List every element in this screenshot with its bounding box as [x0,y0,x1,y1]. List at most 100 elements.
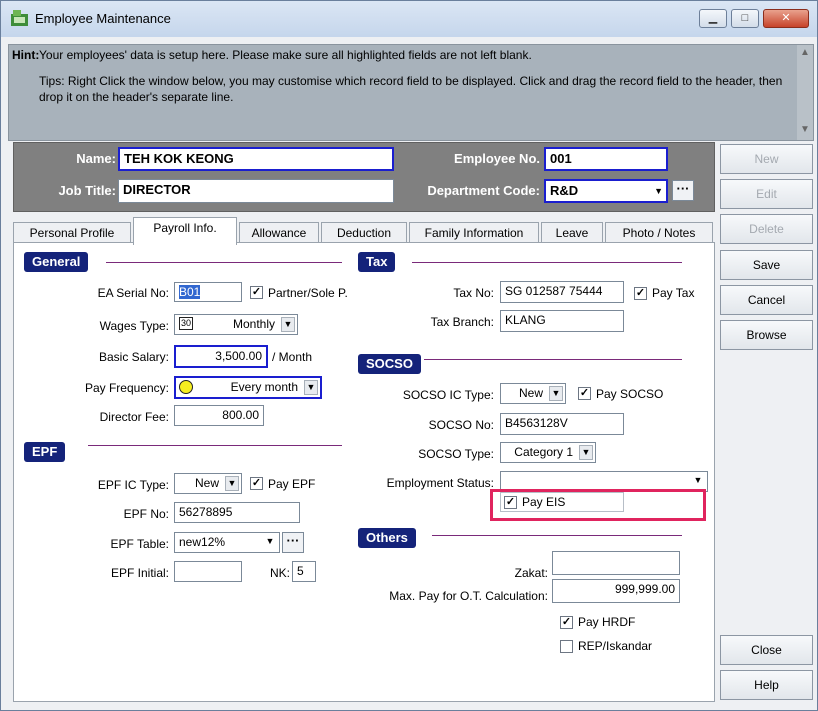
tab-payroll-info[interactable]: Payroll Info. [133,217,237,245]
title-bar: Employee Maintenance ▁ □ ✕ [1,1,817,37]
employee-no-label: Employee No. [454,151,540,166]
salary-unit: / Month [272,350,313,364]
close-window-button[interactable]: ✕ [763,9,809,28]
epf-table-combo[interactable]: new12% ▼ [174,532,280,553]
save-button[interactable]: Save [720,250,813,280]
pay-frequency-value: Every month [230,380,298,394]
minimize-button[interactable]: ▁ [699,9,727,28]
section-tax: Tax [358,252,396,272]
name-field[interactable]: TEH KOK KEONG [118,147,394,171]
wages-code: 30 [179,317,194,330]
hint-scrollbar[interactable]: ▲ ▼ [797,45,813,140]
rep-iskandar-label: REP/Iskandar [578,639,653,653]
job-title-field[interactable]: DIRECTOR [118,179,394,203]
pay-tax-label: Pay Tax [652,286,695,300]
employment-status-label: Employment Status: [386,476,494,490]
chevron-down-icon: ▼ [549,386,563,401]
basic-salary-field[interactable]: 3,500.00 [174,345,268,368]
hint-panel: Hint: Your employees' data is setup here… [8,44,814,141]
chevron-down-icon: ▼ [265,536,275,546]
ellipsis-icon: ··· [676,181,690,196]
tab-personal-profile[interactable]: Personal Profile [13,222,131,244]
new-button[interactable]: New [720,144,813,174]
window-title: Employee Maintenance [35,11,171,26]
scroll-up-icon: ▲ [800,47,810,58]
tax-branch-label: Tax Branch: [430,315,494,329]
ea-serial-field[interactable]: B01 [174,282,242,302]
epf-ic-type-combo[interactable]: New ▼ [174,473,242,494]
zakat-field[interactable] [552,551,680,575]
section-general: General [24,252,89,272]
pay-frequency-combo[interactable]: Every month ▼ [174,376,322,399]
socso-no-field[interactable]: B4563128V [500,413,624,435]
hint-line-2: Tips: Right Click the window below, you … [39,74,783,104]
tab-leave[interactable]: Leave [541,222,603,244]
tax-branch-field[interactable]: KLANG [500,310,624,332]
maximize-icon: □ [741,12,749,24]
epf-table-lookup-button[interactable]: ··· [282,532,304,553]
pay-eis-checkbox[interactable]: ✓ [504,496,517,509]
pay-socso-label: Pay SOCSO [596,387,664,401]
department-lookup-button[interactable]: ··· [672,180,694,201]
nk-field[interactable]: 5 [292,561,316,582]
department-code-value: R&D [550,183,579,198]
department-code-label: Department Code: [427,183,540,198]
rep-iskandar-checkbox[interactable] [560,640,573,653]
max-pay-ot-field[interactable]: 999,999.00 [552,579,680,603]
epf-table-value: new12% [179,535,226,549]
tab-photo-notes[interactable]: Photo / Notes [605,222,713,244]
chevron-down-icon: ▼ [654,186,663,196]
tab-allowance[interactable]: Allowance [239,222,319,244]
chevron-down-icon: ▼ [693,475,703,485]
close-icon: ✕ [781,12,791,24]
hint-text: Your employees' data is setup here. Plea… [39,47,799,139]
chevron-down-icon: ▼ [281,317,295,332]
tax-no-field[interactable]: SG 012587 75444 [500,281,624,303]
maximize-button[interactable]: □ [731,9,759,28]
epf-initial-field[interactable] [174,561,242,582]
employee-header: Name: TEH KOK KEONG Job Title: DIRECTOR … [13,142,715,212]
name-label: Name: [76,151,116,166]
ea-serial-label: EA Serial No: [97,286,169,300]
section-divider [88,445,342,446]
tab-family-information[interactable]: Family Information [409,222,539,244]
chevron-down-icon: ▼ [304,380,318,395]
max-pay-ot-label: Max. Pay for O.T. Calculation: [389,589,548,603]
cancel-button[interactable]: Cancel [720,285,813,315]
pay-tax-checkbox[interactable]: ✓ [634,287,647,300]
socso-type-combo[interactable]: Category 1 ▼ [500,442,596,463]
section-divider [432,535,682,536]
partner-checkbox[interactable]: ✓ [250,286,263,299]
browse-button[interactable]: Browse [720,320,813,350]
pay-epf-checkbox[interactable]: ✓ [250,477,263,490]
delete-button[interactable]: Delete [720,214,813,244]
wages-type-label: Wages Type: [99,319,169,333]
socso-ic-type-combo[interactable]: New ▼ [500,383,566,404]
employee-no-field[interactable]: 001 [544,147,668,171]
hint-line-1: Your employees' data is setup here. Plea… [39,48,532,62]
epf-no-label: EPF No: [123,507,169,521]
pay-eis-label: Pay EIS [522,495,566,509]
close-button[interactable]: Close [720,635,813,665]
help-button[interactable]: Help [720,670,813,700]
socso-ic-type-value: New [518,386,543,400]
epf-no-field[interactable]: 56278895 [174,502,300,523]
edit-button[interactable]: Edit [720,179,813,209]
nk-label: NK: [269,566,290,580]
section-epf: EPF [24,442,66,462]
department-code-combo[interactable]: R&D ▼ [544,179,668,203]
employee-maintenance-window: Employee Maintenance ▁ □ ✕ Hint: Your em… [0,0,818,711]
ea-serial-value: B01 [179,285,201,299]
wages-type-combo[interactable]: 30 Monthly ▼ [174,314,298,335]
tab-deduction[interactable]: Deduction [321,222,407,244]
pay-socso-checkbox[interactable]: ✓ [578,387,591,400]
director-fee-field[interactable]: 800.00 [174,405,264,426]
section-divider [424,359,682,360]
hint-label: Hint: [12,48,40,62]
pay-epf-label: Pay EPF [268,477,316,491]
socso-no-label: SOCSO No: [428,418,494,432]
basic-salary-label: Basic Salary: [98,350,169,364]
section-divider [106,262,342,263]
section-socso: SOCSO [358,354,421,374]
pay-hrdf-checkbox[interactable]: ✓ [560,616,573,629]
